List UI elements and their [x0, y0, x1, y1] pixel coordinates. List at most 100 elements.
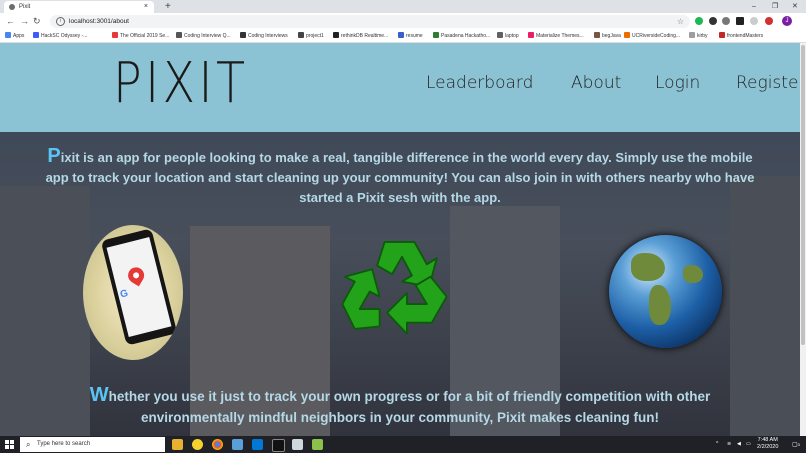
nav-about[interactable]: About	[571, 73, 621, 93]
windows-start-icon[interactable]	[5, 440, 14, 449]
chrome-icon[interactable]	[212, 439, 223, 450]
bookmark-favicon-icon	[333, 32, 339, 38]
tray-chevron-icon[interactable]: ^	[716, 436, 718, 453]
nav-register[interactable]: Register	[736, 73, 800, 93]
bookmark-label: Apps	[13, 33, 25, 39]
close-window-button[interactable]: ✕	[792, 0, 798, 13]
new-tab-button[interactable]: +	[165, 0, 171, 13]
bookmark-item[interactable]: The Official 2019 Se...	[112, 30, 169, 42]
bookmark-favicon-icon	[497, 32, 503, 38]
bookmark-favicon-icon	[624, 32, 630, 38]
pixit-page: PIXIT Leaderboard About Login Register P…	[0, 43, 800, 436]
notification-icon[interactable]: ▢3	[792, 436, 800, 454]
profile-avatar[interactable]: J	[782, 16, 792, 26]
extension-icon[interactable]	[736, 17, 744, 25]
bookmark-label: begJava	[602, 33, 621, 39]
app-icon[interactable]	[192, 439, 203, 450]
bookmark-label: rethinkDB Realtime...	[341, 33, 389, 39]
extension-icon[interactable]	[709, 17, 717, 25]
bookmark-star-icon[interactable]: ☆	[677, 15, 684, 28]
vscode-icon[interactable]	[252, 439, 263, 450]
extension-icon[interactable]	[765, 17, 773, 25]
battery-icon[interactable]: ▭	[746, 436, 751, 453]
bookmark-item[interactable]: rethinkDB Realtime...	[333, 30, 388, 42]
bookmark-item[interactable]: UCRiversideCoding...	[624, 30, 680, 42]
file-explorer-icon[interactable]	[172, 439, 183, 450]
bookmark-label: HackSC Odyssey -...	[41, 33, 88, 39]
page-scrollbar[interactable]	[800, 43, 806, 436]
outro-paragraph: Whether you use it just to track your ow…	[40, 385, 760, 428]
volume-icon[interactable]: ◀	[737, 436, 741, 453]
bookmarks-bar: Apps HackSC Odyssey -... The Official 2019…	[0, 30, 806, 43]
back-icon[interactable]: ←	[6, 15, 15, 28]
site-logo[interactable]: PIXIT	[113, 51, 248, 116]
bookmark-item[interactable]: Coding Interview Q...	[176, 30, 231, 42]
bookmark-favicon-icon	[528, 32, 534, 38]
bookmark-item[interactable]: Apps	[5, 30, 24, 42]
url-field[interactable]: i localhost:3001/about ☆	[50, 15, 690, 28]
tab-close-icon[interactable]: ×	[144, 1, 148, 13]
continent	[649, 285, 671, 325]
app-icon[interactable]	[312, 439, 323, 450]
extension-icon[interactable]	[722, 17, 730, 25]
bookmark-label: Coding Interviews	[248, 33, 288, 39]
tab-title: Pixit	[19, 4, 31, 10]
site-info-icon[interactable]: i	[56, 17, 65, 26]
bookmark-label: project1	[306, 33, 324, 39]
search-placeholder: Type here to search	[37, 441, 91, 447]
windows-taskbar: ⌕ Type here to search ^ ≋ ◀ ▭ 7:48 AM 2/…	[0, 436, 806, 453]
extension-icon[interactable]	[750, 17, 758, 25]
bookmark-favicon-icon	[719, 32, 725, 38]
bookmark-item[interactable]: kirby	[689, 30, 708, 42]
bookmark-label: kirby	[697, 33, 708, 39]
bookmark-item[interactable]: laptop	[497, 30, 519, 42]
bookmark-label: resume	[406, 33, 423, 39]
taskbar-clock[interactable]: 7:48 AM 2/2/2020	[757, 437, 778, 451]
bookmark-favicon-icon	[594, 32, 600, 38]
browser-tab[interactable]: Pixit ×	[4, 1, 154, 13]
bookmark-label: Pasadena Hackatho...	[441, 33, 491, 39]
bookmark-label: Materialize Themes...	[536, 33, 584, 39]
nav-login[interactable]: Login	[655, 73, 700, 93]
search-icon: ⌕	[26, 440, 31, 449]
bookmark-item[interactable]: project1	[298, 30, 324, 42]
clock-time: 7:48 AM	[757, 437, 778, 443]
bookmark-favicon-icon	[240, 32, 246, 38]
nav-leaderboard[interactable]: Leaderboard	[426, 73, 533, 93]
bookmark-item[interactable]: HackSC Odyssey -...	[33, 30, 87, 42]
intro-drop-cap: P	[47, 145, 61, 167]
bookmark-favicon-icon	[433, 32, 439, 38]
minimize-button[interactable]: –	[752, 0, 756, 13]
continent	[631, 253, 665, 281]
extension-icon[interactable]	[695, 17, 703, 25]
scrollbar-thumb[interactable]	[801, 45, 805, 345]
outro-text: hether you use it just to track your own…	[108, 389, 711, 425]
app-icon[interactable]	[232, 439, 243, 450]
notification-count: 3	[797, 442, 800, 447]
url-text: localhost:3001/about	[69, 18, 129, 25]
bookmark-label: frontendMasters	[727, 33, 764, 39]
bookmark-favicon-icon	[5, 32, 11, 38]
terminal-icon[interactable]	[272, 439, 285, 452]
bookmark-item[interactable]: resume	[398, 30, 423, 42]
bookmark-item[interactable]: begJava	[594, 30, 621, 42]
bookmark-item[interactable]: Coding Interviews	[240, 30, 288, 42]
bookmark-item[interactable]: Pasadena Hackatho...	[433, 30, 490, 42]
wifi-icon[interactable]: ≋	[727, 436, 731, 453]
maps-logo-icon: G	[119, 288, 130, 301]
forward-icon[interactable]: →	[20, 15, 29, 28]
bookmark-favicon-icon	[398, 32, 404, 38]
recycle-icon	[341, 241, 448, 335]
site-header: PIXIT Leaderboard About Login Register	[0, 43, 800, 132]
bookmark-favicon-icon	[176, 32, 182, 38]
bookmark-label: laptop	[505, 33, 519, 39]
maximize-button[interactable]: ❐	[772, 0, 778, 13]
app-icon[interactable]	[292, 439, 303, 450]
browser-tab-strip: Pixit × + – ❐ ✕	[0, 0, 806, 13]
bookmark-item[interactable]: frontendMasters	[719, 30, 763, 42]
bookmark-item[interactable]: Materialize Themes...	[528, 30, 584, 42]
taskbar-search-input[interactable]: ⌕ Type here to search	[20, 437, 165, 452]
phone-map-icon: G	[83, 225, 183, 360]
bookmark-favicon-icon	[298, 32, 304, 38]
reload-icon[interactable]: ↻	[33, 15, 41, 28]
